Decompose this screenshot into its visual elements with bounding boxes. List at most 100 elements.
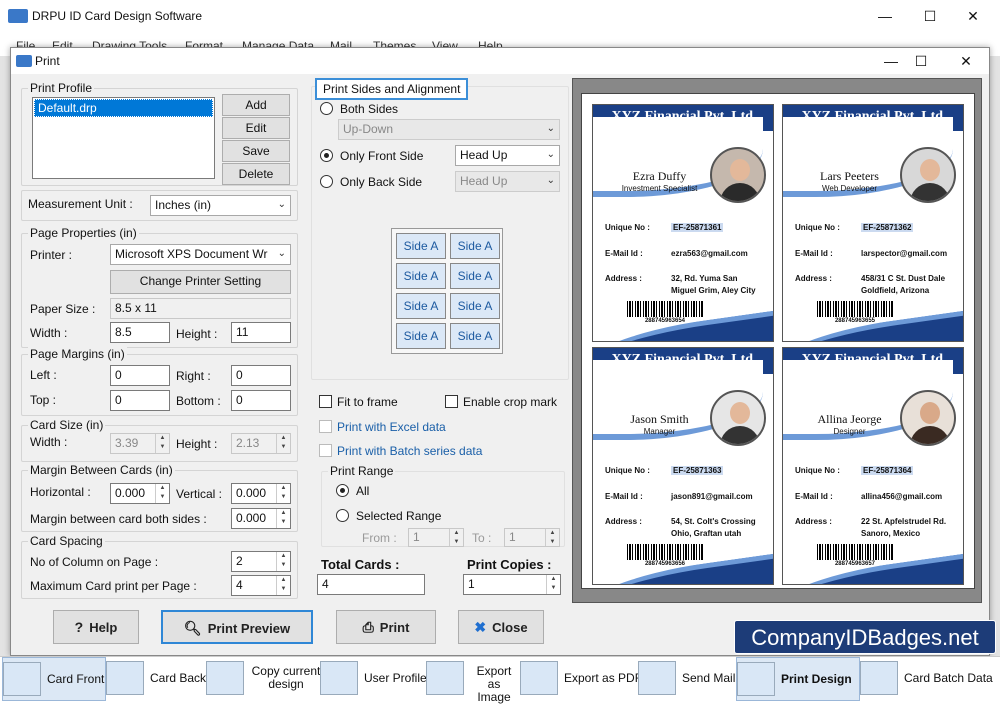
print-copies-spin[interactable]: 1 ▲ ▼ [463, 574, 561, 595]
toolbar-batch-data[interactable]: Card Batch Data [860, 657, 998, 701]
printer-select[interactable]: Microsoft XPS Document Wr ⌄ [110, 244, 291, 265]
margin-top-field[interactable]: 0 [110, 390, 170, 411]
batch-data-label: Print with Batch series data [337, 444, 483, 458]
margin-left-field[interactable]: 0 [110, 365, 170, 386]
fit-to-frame-checkbox[interactable] [319, 395, 332, 408]
profile-list-item[interactable]: Default.drp [34, 99, 213, 117]
side-a-cell: Side A [396, 323, 446, 349]
app-logo-icon [8, 9, 28, 23]
card-address-label: Address : [605, 517, 642, 526]
card-width-field: 3.39 ▲ ▼ [110, 433, 170, 454]
max-cards-spin[interactable]: 4 ▲ ▼ [231, 575, 291, 596]
both-sides-spin[interactable]: 0.000 ▲ ▼ [231, 508, 291, 529]
columns-label: No of Column on Page : [30, 555, 159, 569]
spinner-icon[interactable]: ▲ ▼ [276, 484, 290, 503]
card-address-line1: 458/31 C St. Dust Dale [861, 274, 946, 283]
excel-data-checkbox[interactable] [319, 420, 332, 433]
spinner-icon[interactable]: ▲ ▼ [155, 484, 169, 503]
toolbar-user-profile[interactable]: User Profile [320, 657, 427, 701]
toolbar-export-pdf[interactable]: Export as PDF [520, 657, 642, 701]
card-email-label: E-Mail Id : [795, 492, 833, 501]
copy-design-icon [206, 661, 244, 695]
vertical-label: Vertical : [176, 487, 223, 501]
print-copies-label: Print Copies : [467, 557, 552, 572]
page-height-field[interactable]: 11 [231, 322, 291, 343]
spinner-icon[interactable]: ▲ ▼ [276, 552, 290, 571]
maximize-icon[interactable]: ☐ [915, 6, 945, 26]
export-image-icon [426, 661, 464, 695]
edit-button[interactable]: Edit [222, 117, 290, 139]
card-id-label: Unique No : [605, 223, 650, 232]
total-cards-field[interactable]: 4 [317, 574, 425, 595]
toolbar-copy-design[interactable]: Copy current design [206, 657, 320, 701]
card-company-name: XYZ Financial Pvt. Ltd. [611, 109, 757, 124]
profile-list[interactable]: Default.drp [32, 97, 215, 179]
help-icon: ? [74, 619, 84, 635]
batch-data-checkbox[interactable] [319, 444, 332, 457]
range-selected-radio[interactable] [336, 509, 349, 522]
close-icon[interactable]: ✕ [958, 6, 988, 26]
page-width-field[interactable]: 8.5 [110, 322, 170, 343]
card-email-value: jason891@gmail.com [671, 492, 753, 501]
both-sides-margin-label: Margin between card both sides : [30, 512, 207, 526]
add-button[interactable]: Add [222, 94, 290, 116]
front-side-select[interactable]: Head Up ⌄ [455, 145, 560, 166]
card-spacing-label: Card Spacing [28, 534, 105, 548]
margin-right-field[interactable]: 0 [231, 365, 291, 386]
dialog-minimize-icon[interactable]: — [876, 51, 906, 71]
vertical-spin[interactable]: 0.000 ▲ ▼ [231, 483, 291, 504]
spinner-icon: ▲ ▼ [449, 529, 463, 546]
back-side-radio[interactable] [320, 175, 333, 188]
card-person-name: Jason Smith [630, 412, 689, 426]
both-sides-radio[interactable] [320, 102, 333, 115]
print-range-group: Print Range All Selected Range From : 1 ▲… [321, 464, 565, 547]
card-front-icon [3, 662, 41, 696]
card-spacing-group: Card Spacing No of Column on Page : 2 ▲ ▼ … [21, 534, 298, 599]
crop-mark-checkbox[interactable] [445, 395, 458, 408]
margin-bottom-field[interactable]: 0 [231, 390, 291, 411]
card-id-value: EF-25871364 [861, 466, 914, 475]
dialog-title-bar: Print — ☐ ✕ [11, 48, 989, 74]
columns-spin[interactable]: 2 ▲ ▼ [231, 551, 291, 572]
print-dialog: Print — ☐ ✕ Print Profile Default.drp Ad… [10, 47, 990, 656]
change-printer-button[interactable]: Change Printer Setting [110, 270, 291, 294]
paper-size-field[interactable]: 8.5 x 11 [110, 298, 291, 319]
toolbar-print-design[interactable]: Print Design [736, 657, 860, 701]
print-sides-group: Print Sides and Alignment Both Sides Up-… [311, 78, 569, 380]
toolbar-export-image[interactable]: Export as Image [426, 657, 520, 704]
side-layout-grid: Side A Side A Side A Side A Side A Side … [391, 228, 503, 354]
print-button[interactable]: ⎙ Print [336, 610, 436, 644]
card-barcode [817, 544, 893, 560]
save-button[interactable]: Save [222, 140, 290, 162]
side-a-cell: Side A [450, 263, 500, 289]
measurement-group: Measurement Unit : Inches (in) ⌄ [21, 190, 298, 221]
help-button[interactable]: ? Help [53, 610, 139, 644]
range-all-radio[interactable] [336, 484, 349, 497]
dialog-maximize-icon[interactable]: ☐ [906, 51, 936, 71]
back-side-select: Head Up ⌄ [455, 171, 560, 192]
card-photo [900, 390, 956, 446]
print-preview-button[interactable]: 🔍︎ Print Preview [161, 610, 313, 644]
chevron-down-icon: ⌄ [277, 199, 286, 210]
close-button[interactable]: ✖ Close [458, 610, 544, 644]
measurement-select[interactable]: Inches (in) ⌄ [150, 195, 291, 216]
dialog-close-icon[interactable]: ✕ [951, 51, 981, 71]
horizontal-spin[interactable]: 0.000 ▲ ▼ [110, 483, 170, 504]
both-sides-value: Up-Down [343, 122, 394, 136]
toolbar-label: Print Design [781, 672, 852, 686]
card-address-line1: 54, St. Colt's Crossing [671, 517, 756, 526]
toolbar-card-front[interactable]: Card Front [2, 657, 106, 701]
card-person-title: Manager [643, 427, 676, 436]
toolbar-card-back[interactable]: Card Back [106, 657, 206, 701]
spinner-icon[interactable]: ▲ ▼ [276, 576, 290, 595]
spinner-icon[interactable]: ▲ ▼ [546, 575, 560, 594]
spinner-icon[interactable]: ▲ ▼ [276, 509, 290, 528]
side-a-cell: Side A [396, 293, 446, 319]
card-address-label: Address : [605, 274, 642, 283]
toolbar-send-mail[interactable]: Send Mail [638, 657, 736, 701]
front-side-radio[interactable] [320, 149, 333, 162]
send-mail-icon [638, 661, 676, 695]
card-id-value: EF-25871363 [671, 466, 724, 475]
minimize-icon[interactable]: — [870, 6, 900, 26]
delete-button[interactable]: Delete [222, 163, 290, 185]
